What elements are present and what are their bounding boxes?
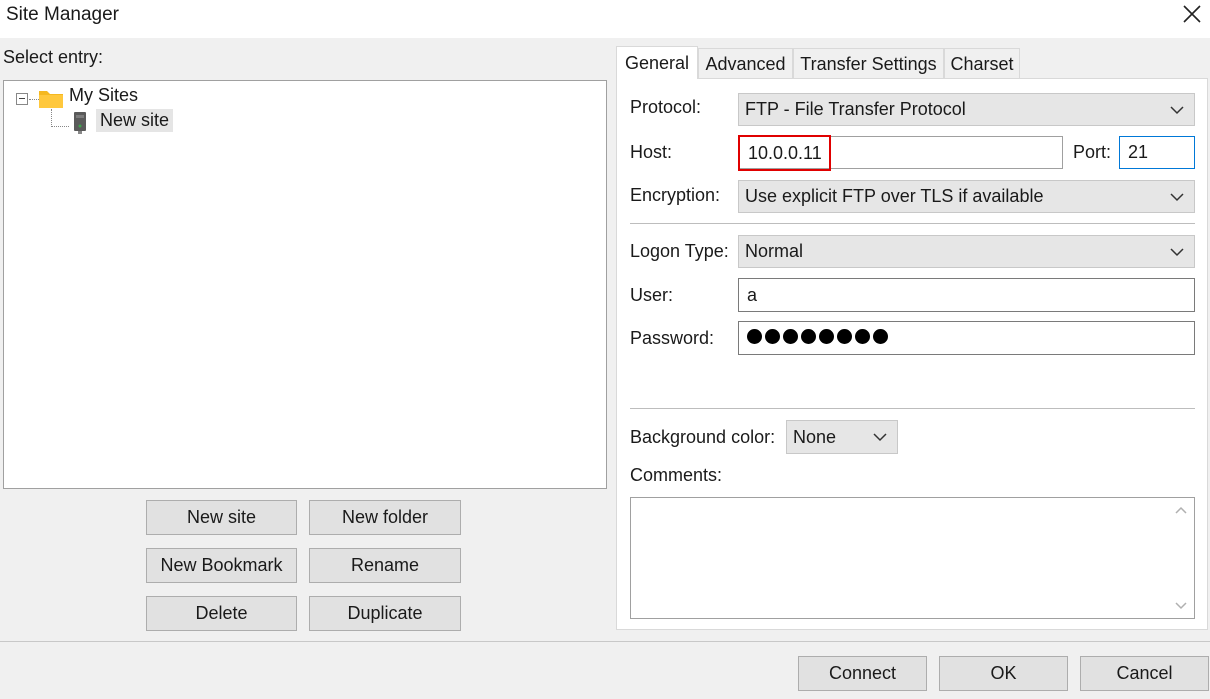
new-folder-button[interactable]: New folder xyxy=(309,500,461,535)
new-site-button[interactable]: New site xyxy=(146,500,297,535)
chevron-down-icon xyxy=(1170,247,1184,256)
password-dot xyxy=(783,328,798,344)
password-label: Password: xyxy=(630,328,715,348)
port-label: Port: xyxy=(1073,142,1112,162)
logon-type-select[interactable]: Normal xyxy=(738,235,1195,268)
chevron-down-icon xyxy=(1170,192,1184,201)
protocol-select[interactable]: FTP - File Transfer Protocol xyxy=(738,93,1195,126)
host-value: 10.0.0.11 xyxy=(748,142,822,163)
connect-button[interactable]: Connect xyxy=(798,656,927,691)
port-value: 21 xyxy=(1128,142,1149,162)
background-color-select[interactable]: None xyxy=(786,420,898,454)
tree-collapse-icon[interactable] xyxy=(16,93,28,105)
host-label: Host: xyxy=(630,142,673,162)
background-color-label: Background color: xyxy=(630,427,776,447)
duplicate-button[interactable]: Duplicate xyxy=(309,596,461,631)
ok-button[interactable]: OK xyxy=(939,656,1068,691)
tab-advanced[interactable]: Advanced xyxy=(698,48,793,79)
protocol-value: FTP - File Transfer Protocol xyxy=(745,99,966,119)
password-dot xyxy=(855,328,870,344)
password-input[interactable] xyxy=(738,321,1195,355)
tab-transfer-settings[interactable]: Transfer Settings xyxy=(793,48,944,79)
folder-icon xyxy=(39,91,63,108)
tab-general[interactable]: General xyxy=(616,46,698,79)
background-color-value: None xyxy=(793,426,837,447)
window-title: Site Manager xyxy=(6,4,120,25)
user-label: User: xyxy=(630,285,674,305)
host-highlight-box: 10.0.0.11 xyxy=(738,135,831,171)
encryption-value: Use explicit FTP over TLS if available xyxy=(745,186,1044,206)
server-icon xyxy=(74,112,86,134)
new-bookmark-button[interactable]: New Bookmark xyxy=(146,548,297,583)
password-dot xyxy=(765,328,780,344)
tree-item-new-site[interactable]: New site xyxy=(96,109,174,132)
password-mask xyxy=(747,328,891,349)
encryption-select[interactable]: Use explicit FTP over TLS if available xyxy=(738,180,1195,213)
logon-type-value: Normal xyxy=(745,241,804,261)
comments-textarea[interactable] xyxy=(630,497,1195,619)
password-dot xyxy=(819,328,834,344)
chevron-down-icon xyxy=(1170,105,1184,114)
user-value: a xyxy=(747,284,758,305)
password-dot xyxy=(837,328,852,344)
close-icon[interactable] xyxy=(1180,2,1204,26)
scroll-up-icon[interactable] xyxy=(1175,506,1187,514)
cancel-button[interactable]: Cancel xyxy=(1080,656,1209,691)
logon-type-label: Logon Type: xyxy=(630,241,729,261)
tree-line xyxy=(51,109,52,127)
general-tab-panel: Protocol: FTP - File Transfer Protocol H… xyxy=(616,78,1208,630)
rename-button[interactable]: Rename xyxy=(309,548,461,583)
select-entry-label: Select entry: xyxy=(3,47,104,67)
password-dot xyxy=(747,328,762,344)
scroll-down-icon[interactable] xyxy=(1175,602,1187,610)
title-bar: Site Manager xyxy=(0,0,1210,38)
tree-item-my-sites[interactable]: My Sites xyxy=(69,85,138,106)
port-input[interactable]: 21 xyxy=(1119,136,1195,169)
site-tree[interactable]: My Sites New site xyxy=(3,80,607,489)
encryption-label: Encryption: xyxy=(630,185,721,205)
tree-line xyxy=(51,126,69,127)
user-input[interactable]: a xyxy=(738,278,1195,312)
password-dot xyxy=(801,328,816,344)
comments-label: Comments: xyxy=(630,465,723,485)
delete-button[interactable]: Delete xyxy=(146,596,297,631)
separator xyxy=(630,408,1195,409)
separator xyxy=(630,223,1195,224)
footer-separator xyxy=(0,641,1210,642)
chevron-down-icon xyxy=(873,433,887,442)
protocol-label: Protocol: xyxy=(630,97,702,117)
password-dot xyxy=(873,328,888,344)
tab-charset[interactable]: Charset xyxy=(944,48,1020,79)
